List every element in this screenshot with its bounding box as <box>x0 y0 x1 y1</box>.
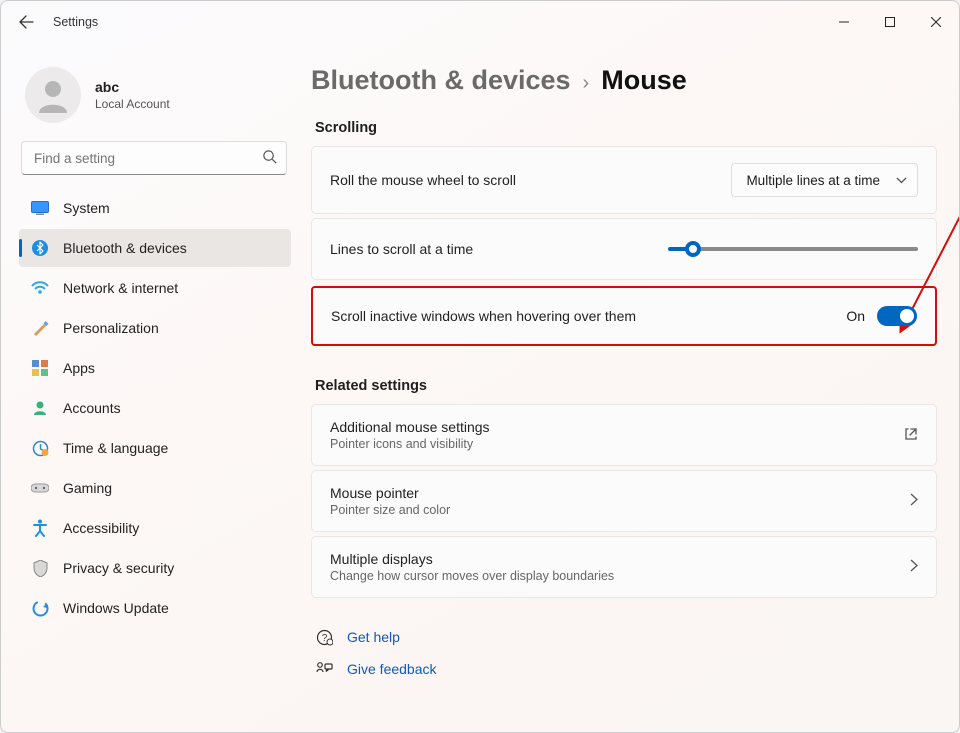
item-subtitle: Pointer icons and visibility <box>330 437 490 451</box>
sidebar: abc Local Account System Bluetooth & dev… <box>1 43 301 732</box>
nav-gaming[interactable]: Gaming <box>19 469 291 507</box>
chevron-right-icon <box>910 559 918 575</box>
get-help-link[interactable]: Get help <box>347 629 400 645</box>
nav-label: Gaming <box>63 480 112 496</box>
window-title: Settings <box>53 15 98 29</box>
breadcrumb-parent[interactable]: Bluetooth & devices <box>311 65 571 96</box>
person-icon <box>33 75 73 115</box>
back-button[interactable] <box>15 11 37 33</box>
avatar <box>25 67 81 123</box>
roll-wheel-setting: Roll the mouse wheel to scroll Multiple … <box>311 146 937 214</box>
item-subtitle: Pointer size and color <box>330 503 450 517</box>
maximize-button[interactable] <box>867 6 913 38</box>
nav-label: Accessibility <box>63 520 139 536</box>
shield-icon <box>31 559 49 577</box>
help-icon: ? <box>315 628 333 646</box>
scroll-inactive-toggle[interactable] <box>877 306 917 326</box>
account-type: Local Account <box>95 97 170 111</box>
breadcrumb: Bluetooth & devices › Mouse <box>311 65 937 96</box>
bluetooth-icon <box>31 239 49 257</box>
nav-accounts[interactable]: Accounts <box>19 389 291 427</box>
section-scrolling-header: Scrolling <box>315 120 937 136</box>
user-name: abc <box>95 79 170 95</box>
nav-accessibility[interactable]: Accessibility <box>19 509 291 547</box>
nav-label: Network & internet <box>63 280 178 296</box>
titlebar: Settings <box>1 1 959 43</box>
setting-label: Scroll inactive windows when hovering ov… <box>331 308 636 324</box>
account-block[interactable]: abc Local Account <box>19 61 291 141</box>
system-icon <box>31 199 49 217</box>
nav-label: System <box>63 200 110 216</box>
nav-list: System Bluetooth & devices Network & int… <box>19 189 291 627</box>
nav-label: Bluetooth & devices <box>63 240 187 256</box>
search-icon <box>262 149 277 167</box>
accounts-icon <box>31 399 49 417</box>
item-title: Additional mouse settings <box>330 419 490 435</box>
nav-bluetooth-devices[interactable]: Bluetooth & devices <box>19 229 291 267</box>
mouse-pointer-link[interactable]: Mouse pointer Pointer size and color <box>311 470 937 532</box>
update-icon <box>31 599 49 617</box>
close-icon <box>931 17 941 27</box>
scroll-inactive-setting: Scroll inactive windows when hovering ov… <box>311 286 937 346</box>
lines-to-scroll-setting: Lines to scroll at a time <box>311 218 937 280</box>
nav-network[interactable]: Network & internet <box>19 269 291 307</box>
nav-label: Apps <box>63 360 95 376</box>
give-feedback-link[interactable]: Give feedback <box>347 661 437 677</box>
apps-icon <box>31 359 49 377</box>
get-help-row[interactable]: ? Get help <box>311 622 937 652</box>
nav-label: Accounts <box>63 400 121 416</box>
content-area: Bluetooth & devices › Mouse Scrolling Ro… <box>301 43 959 732</box>
dropdown-value: Multiple lines at a time <box>746 173 880 188</box>
nav-apps[interactable]: Apps <box>19 349 291 387</box>
maximize-icon <box>885 17 895 27</box>
close-button[interactable] <box>913 6 959 38</box>
nav-privacy-security[interactable]: Privacy & security <box>19 549 291 587</box>
nav-time-language[interactable]: Time & language <box>19 429 291 467</box>
feedback-icon <box>315 660 333 678</box>
external-link-icon <box>904 427 918 444</box>
nav-label: Personalization <box>63 320 159 336</box>
paintbrush-icon <box>31 319 49 337</box>
item-subtitle: Change how cursor moves over display bou… <box>330 569 614 583</box>
lines-slider[interactable] <box>668 237 918 261</box>
nav-windows-update[interactable]: Windows Update <box>19 589 291 627</box>
chevron-right-icon <box>910 493 918 509</box>
gamepad-icon <box>31 479 49 497</box>
section-related-header: Related settings <box>315 378 937 394</box>
additional-mouse-settings[interactable]: Additional mouse settings Pointer icons … <box>311 404 937 466</box>
accessibility-icon <box>31 519 49 537</box>
item-title: Multiple displays <box>330 551 614 567</box>
search-box[interactable] <box>21 141 287 175</box>
setting-label: Roll the mouse wheel to scroll <box>330 172 516 188</box>
toggle-state-label: On <box>846 308 865 324</box>
nav-label: Windows Update <box>63 600 169 616</box>
give-feedback-row[interactable]: Give feedback <box>311 654 937 684</box>
search-input[interactable] <box>21 141 287 175</box>
slider-thumb[interactable] <box>685 241 701 257</box>
nav-label: Privacy & security <box>63 560 174 576</box>
minimize-icon <box>839 17 849 27</box>
clock-globe-icon <box>31 439 49 457</box>
nav-personalization[interactable]: Personalization <box>19 309 291 347</box>
nav-label: Time & language <box>63 440 168 456</box>
nav-system[interactable]: System <box>19 189 291 227</box>
minimize-button[interactable] <box>821 6 867 38</box>
multiple-displays-link[interactable]: Multiple displays Change how cursor move… <box>311 536 937 598</box>
setting-label: Lines to scroll at a time <box>330 241 473 257</box>
page-title: Mouse <box>601 65 687 96</box>
wifi-icon <box>31 279 49 297</box>
roll-wheel-dropdown[interactable]: Multiple lines at a time <box>731 163 918 197</box>
chevron-down-icon <box>896 177 907 184</box>
item-title: Mouse pointer <box>330 485 450 501</box>
chevron-right-icon: › <box>583 72 590 95</box>
back-arrow-icon <box>18 14 34 30</box>
